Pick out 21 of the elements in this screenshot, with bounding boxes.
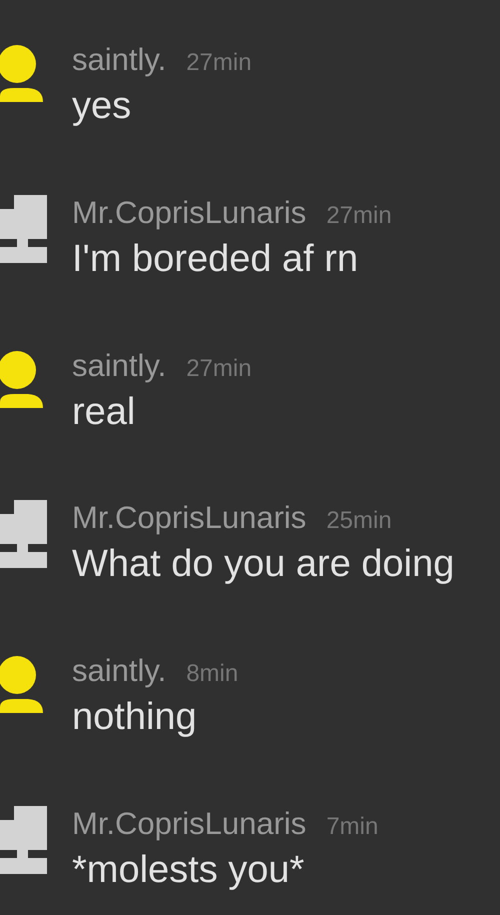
username: saintly. [72, 652, 166, 690]
username: Mr.CoprisLunaris [72, 499, 306, 538]
timestamp: 27min [326, 200, 392, 231]
blocky-avatar-icon [0, 194, 47, 263]
message-text: *molests you* [72, 848, 306, 894]
username: saintly. [72, 41, 166, 79]
username: Mr.CoprisLunaris [72, 805, 306, 844]
timestamp: 27min [186, 354, 252, 384]
blocky-avatar-icon [0, 806, 47, 874]
username: saintly. [72, 346, 166, 385]
message-text: real [72, 390, 136, 435]
message-text: I'm boreded af rn [72, 236, 360, 282]
username: Mr.CoprisLunaris [72, 194, 306, 232]
timestamp: 25min [326, 506, 392, 536]
message-text: What do you are doing [72, 542, 454, 588]
timestamp: 8min [186, 659, 238, 690]
timestamp: 7min [326, 812, 378, 842]
message-text: yes [72, 84, 132, 129]
timestamp: 27min [186, 48, 252, 78]
message-text: nothing [72, 695, 198, 740]
blocky-avatar-icon [0, 500, 47, 568]
